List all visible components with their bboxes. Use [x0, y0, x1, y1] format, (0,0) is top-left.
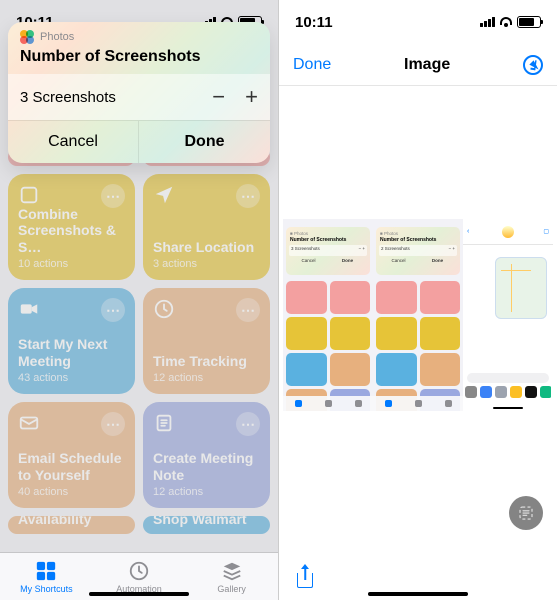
input-sheet: Photos Number of Screenshots 3 Screensho…	[8, 22, 270, 163]
screenshot-2: ■ Photos Number of Screenshots 2 Screens…	[373, 219, 463, 411]
sheet-app-label: Photos	[40, 31, 74, 43]
battery-icon	[517, 16, 541, 28]
sheet-title: Number of Screenshots	[8, 48, 270, 74]
status-time: 10:11	[295, 14, 333, 31]
stepper-row: 3 Screenshots − +	[8, 74, 270, 120]
screenshot-1: ■ Photos Number of Screenshots 3 Screens…	[283, 219, 373, 411]
cancel-button[interactable]: Cancel	[8, 121, 139, 163]
nav-done-button[interactable]: Done	[293, 56, 331, 74]
home-indicator[interactable]	[89, 592, 189, 596]
status-icons	[480, 16, 541, 28]
markup-button[interactable]	[523, 55, 543, 75]
live-text-button[interactable]	[509, 496, 543, 530]
wifi-icon	[499, 17, 513, 27]
done-button[interactable]: Done	[139, 121, 270, 163]
right-phone: 10:11 Done Image ■ Photos Number of Scre…	[278, 0, 557, 600]
left-phone: 10:11 Played SongsShare AnimojiCombine S…	[0, 0, 278, 600]
nav-title: Image	[404, 56, 450, 74]
decrement-button[interactable]: −	[212, 84, 225, 110]
home-indicator[interactable]	[368, 592, 468, 596]
photos-app-icon	[20, 30, 34, 44]
increment-button[interactable]: +	[245, 84, 258, 110]
status-bar: 10:11	[279, 0, 557, 44]
screenshot-3: ‹▢	[463, 219, 553, 411]
stepper-value: 3 Screenshots	[20, 89, 116, 106]
nav-bar: Done Image	[279, 44, 557, 86]
tab-gallery[interactable]: Gallery	[185, 553, 278, 600]
image-preview[interactable]: ■ Photos Number of Screenshots 3 Screens…	[279, 86, 557, 544]
share-button[interactable]	[295, 564, 315, 588]
signal-icon	[480, 17, 495, 27]
tab-my-shortcuts[interactable]: My Shortcuts	[0, 553, 93, 600]
combined-image: ■ Photos Number of Screenshots 3 Screens…	[283, 219, 553, 411]
